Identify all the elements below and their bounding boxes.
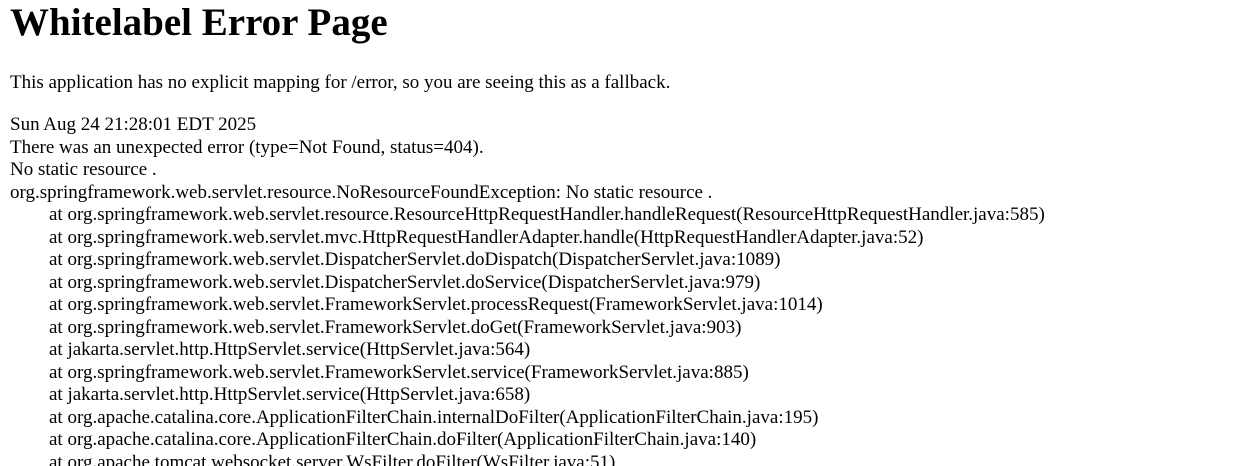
stack-frame: at org.springframework.web.servlet.Dispa…: [49, 271, 761, 293]
stack-frame: at org.apache.catalina.core.ApplicationF…: [49, 429, 757, 450]
stack-frame: at org.springframework.web.servlet.Dispa…: [49, 249, 781, 270]
exception-line: org.springframework.web.servlet.resource…: [10, 181, 713, 203]
stack-frame: at org.springframework.web.servlet.Frame…: [49, 294, 823, 315]
stack-frame: at jakarta.servlet.http.HttpServlet.serv…: [49, 384, 531, 405]
error-page: Whitelabel Error Page This application h…: [0, 0, 1248, 466]
error-summary: There was an unexpected error (type=Not …: [10, 136, 484, 158]
stack-frame: at org.apache.catalina.core.ApplicationF…: [49, 406, 819, 428]
intro-text: This application has no explicit mapping…: [10, 72, 671, 93]
stack-frame: at org.springframework.web.servlet.Frame…: [49, 316, 742, 338]
error-details: Sun Aug 24 21:28:01 EDT 2025 There was a…: [10, 114, 1045, 466]
stack-frame: at org.springframework.web.servlet.resou…: [49, 204, 1045, 225]
timestamp: Sun Aug 24 21:28:01 EDT 2025: [10, 114, 257, 135]
error-message: No static resource .: [10, 159, 157, 180]
stack-frame: at org.apache.tomcat.websocket.server.Ws…: [49, 451, 616, 466]
stack-frame: at org.springframework.web.servlet.Frame…: [49, 361, 749, 383]
page-title: Whitelabel Error Page: [10, 1, 388, 44]
stack-frame: at org.springframework.web.servlet.mvc.H…: [49, 226, 924, 248]
stack-frame: at jakarta.servlet.http.HttpServlet.serv…: [49, 339, 531, 360]
